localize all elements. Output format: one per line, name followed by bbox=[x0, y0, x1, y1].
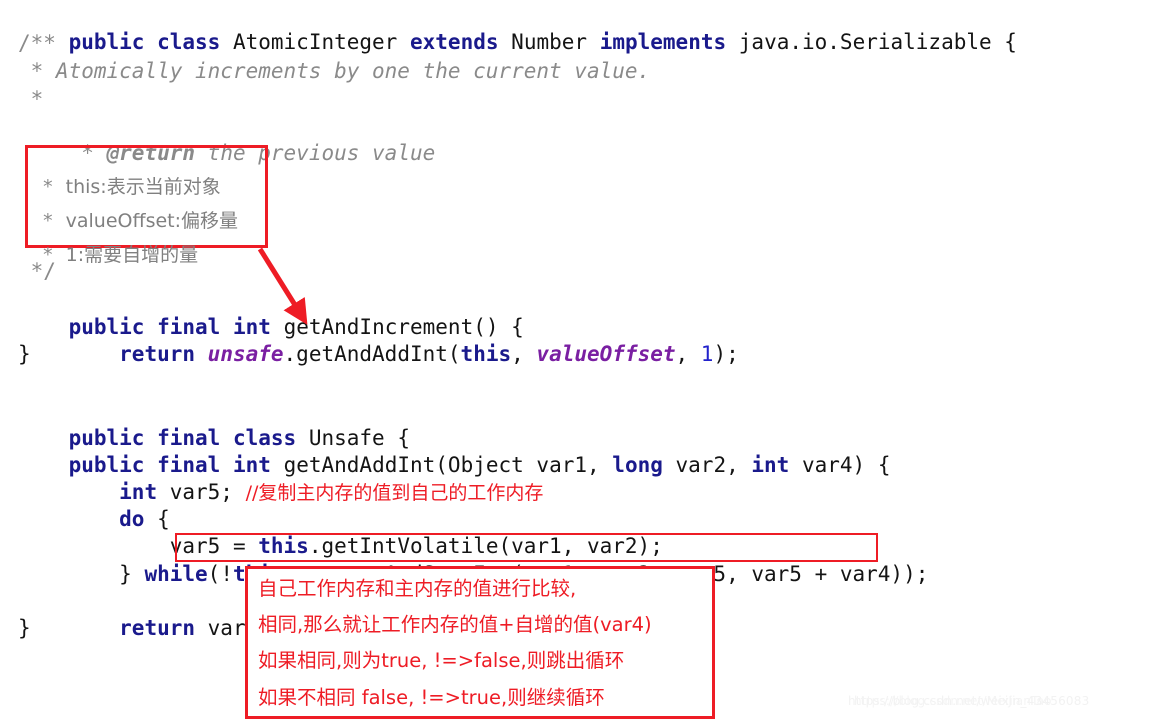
param-var2: var2, bbox=[662, 453, 752, 477]
red-inline-comment-copy-main-memory: //复制主内存的值到自己的工作内存 bbox=[245, 482, 544, 504]
keyword-return: return bbox=[119, 342, 196, 366]
keyword-while: while bbox=[144, 562, 208, 586]
code-line-getandaddint-close: } bbox=[18, 616, 31, 640]
statement-tail: ); bbox=[713, 342, 739, 366]
paren-open: ( bbox=[207, 562, 221, 586]
keyword-implements: implements bbox=[599, 30, 727, 54]
watermark: https://blog.csdn.net/weixin_43456083 ht… bbox=[848, 694, 1089, 708]
negation-operator: ! bbox=[220, 562, 233, 586]
local-var5-decl: var5; bbox=[157, 480, 246, 504]
interface-serializable: java.io.Serializable { bbox=[738, 30, 1017, 54]
class-name-atomicinteger: AtomicInteger bbox=[232, 30, 398, 54]
annotation-bottom-line-4: 如果不相同 false, !=>true,则继续循环 bbox=[258, 686, 605, 709]
field-unsafe: unsafe bbox=[207, 342, 284, 366]
javadoc-star: * bbox=[42, 244, 54, 266]
comma: , bbox=[675, 342, 701, 366]
code-line-getandincrement-return: return unsafe.getAndAddInt(this, valueOf… bbox=[18, 314, 739, 395]
red-highlight-box-compareandswapint bbox=[175, 533, 878, 562]
code-line-getandincrement-close: } bbox=[18, 342, 31, 366]
comma: , bbox=[511, 342, 537, 366]
field-valueoffset: valueOffset bbox=[536, 342, 676, 366]
annotation-bottom-line-2: 相同,那么就让工作内存的值+自增的值(var4) bbox=[258, 613, 652, 636]
annotation-top-text-3: 1:需要自增的量 bbox=[65, 244, 199, 266]
code-line-javadoc-blank: * bbox=[18, 87, 44, 111]
code-line-javadoc-summary: * Atomically increments by one the curre… bbox=[18, 59, 651, 83]
code-line-javadoc-open: /** bbox=[18, 31, 56, 55]
call-getandaddint: .getAndAddInt( bbox=[283, 342, 461, 366]
annotation-bottom-line-1: 自己工作内存和主内存的值进行比较, bbox=[258, 577, 577, 600]
keyword-class: class bbox=[157, 30, 221, 54]
keyword-return: return bbox=[119, 616, 196, 640]
superclass-number: Number bbox=[511, 30, 588, 54]
literal-one: 1 bbox=[700, 342, 714, 366]
keyword-this: this bbox=[460, 342, 512, 366]
keyword-public: public bbox=[68, 30, 145, 54]
keyword-extends: extends bbox=[410, 30, 499, 54]
annotation-bottom-line-3: 如果相同,则为true, !=>false,则跳出循环 bbox=[258, 649, 625, 672]
statement-tail: ); bbox=[903, 562, 929, 586]
keyword-long: long bbox=[612, 453, 663, 477]
code-line-return-var5: return var5; bbox=[18, 588, 271, 669]
brace-close: } bbox=[119, 562, 145, 586]
annotation-top-line-3: * 1:需要自增的量 bbox=[30, 218, 198, 267]
param-var4: var4) { bbox=[789, 453, 891, 477]
watermark-text-b: https://blog.csdn.net/MeiJianTao bbox=[854, 694, 1052, 708]
keyword-int: int bbox=[751, 453, 790, 477]
